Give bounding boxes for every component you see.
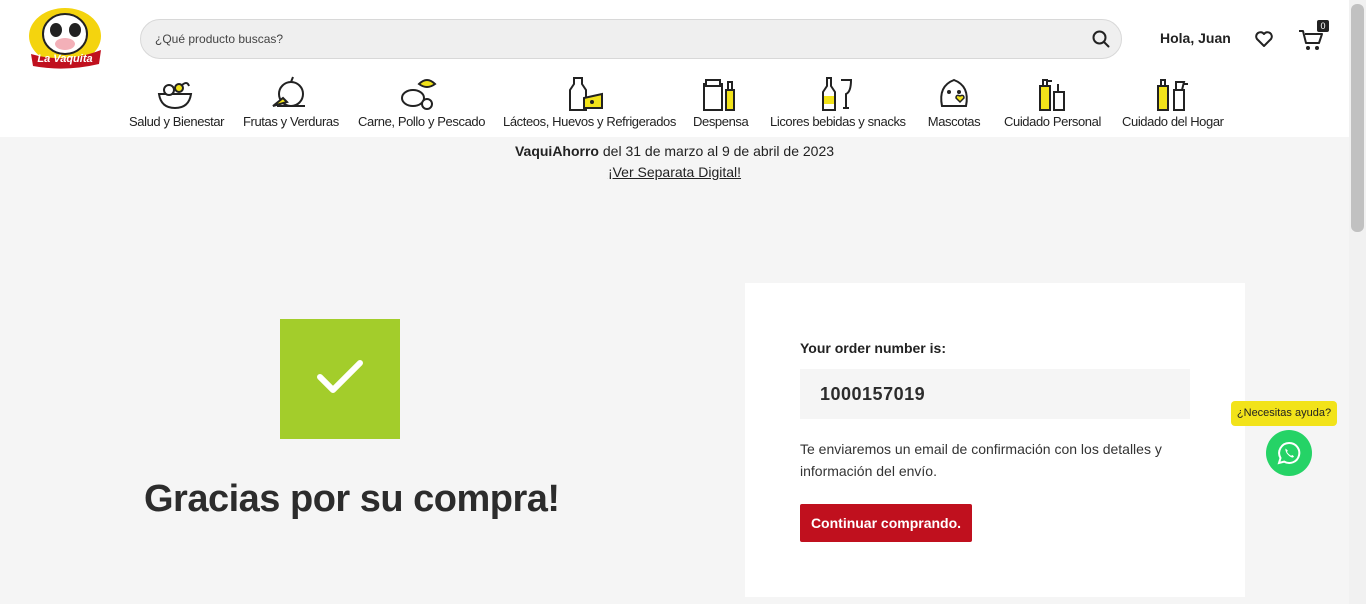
category-frutas-verduras[interactable]: Frutas y Verduras <box>243 76 339 129</box>
whatsapp-icon <box>1277 441 1301 465</box>
pantry-icon <box>703 79 735 111</box>
category-cuidado-personal[interactable]: Cuidado Personal <box>1004 76 1101 129</box>
thank-you-title: Gracias por su compra! <box>144 478 560 520</box>
order-number-box: 1000157019 <box>800 369 1190 419</box>
whatsapp-button[interactable] <box>1266 430 1312 476</box>
help-bubble[interactable]: ¿Necesitas ayuda? <box>1231 401 1337 426</box>
category-label: Mascotas <box>927 114 981 129</box>
category-salud-bienestar[interactable]: Salud y Bienestar <box>129 76 225 129</box>
promo-dates: del 31 de marzo al 9 de abril de 2023 <box>598 143 835 159</box>
promo-banner: VaquiAhorro del 31 de marzo al 9 de abri… <box>0 143 1349 159</box>
category-label: Despensa <box>693 114 749 129</box>
svg-text:La Vaquita: La Vaquita <box>37 53 92 65</box>
search-input[interactable] <box>155 20 1075 58</box>
order-number: 1000157019 <box>820 384 926 404</box>
category-mascotas[interactable]: Mascotas <box>926 76 982 129</box>
fruits-icon <box>272 76 305 107</box>
search-bar <box>140 19 1122 59</box>
wishlist-heart-icon[interactable] <box>1254 29 1274 49</box>
scrollbar-thumb[interactable] <box>1351 4 1364 232</box>
bottle-glass-icon <box>822 77 853 111</box>
category-label: Lácteos, Huevos y Refrigerados <box>503 114 676 129</box>
category-label: Cuidado Personal <box>1004 114 1101 129</box>
search-icon[interactable] <box>1091 29 1111 49</box>
la-vaquita-logo[interactable]: La Vaquita <box>25 6 105 72</box>
category-cuidado-hogar[interactable]: Cuidado del Hogar <box>1122 76 1224 129</box>
success-check-box <box>280 319 400 439</box>
category-despensa[interactable]: Despensa <box>693 76 749 129</box>
continue-shopping-button[interactable]: Continuar comprando. <box>800 504 972 542</box>
page-scrollbar[interactable] <box>1349 0 1366 604</box>
checkmark-icon <box>317 360 363 393</box>
personal-care-icon <box>1039 79 1065 111</box>
cart-count-badge: 0 <box>1317 20 1329 32</box>
confirmation-message: Te enviaremos un email de confirmación c… <box>800 441 1162 479</box>
category-label: Salud y Bienestar <box>129 114 225 129</box>
order-number-label: Your order number is: <box>800 340 946 356</box>
category-label: Licores bebidas y snacks <box>770 114 906 129</box>
promo-link-wrap: ¡Ver Separata Digital! <box>0 164 1349 180</box>
pet-icon <box>940 78 968 107</box>
order-card: Your order number is: 1000157019 Te envi… <box>745 283 1245 597</box>
home-care-icon <box>1157 79 1188 111</box>
category-lacteos-huevos[interactable]: Lácteos, Huevos y Refrigerados <box>503 76 676 129</box>
digital-flyer-link[interactable]: ¡Ver Separata Digital! <box>608 164 741 180</box>
category-carne-pollo-pescado[interactable]: Carne, Pollo y Pescado <box>358 76 486 129</box>
salad-bowl-icon <box>157 82 193 110</box>
promo-brand: VaquiAhorro <box>514 143 599 159</box>
category-label: Cuidado del Hogar <box>1122 114 1224 129</box>
user-greeting[interactable]: Hola, Juan <box>1160 30 1231 46</box>
category-nav: Salud y Bienestar Frutas y Verduras Carn… <box>0 76 1349 136</box>
category-label: Carne, Pollo y Pescado <box>358 114 486 129</box>
category-licores-bebidas[interactable]: Licores bebidas y snacks <box>770 76 906 129</box>
meat-fish-icon <box>401 79 437 110</box>
category-label: Frutas y Verduras <box>243 114 339 129</box>
site-header: La Vaquita Hola, Juan 0 Salud y Bienesta… <box>0 0 1349 137</box>
milk-cheese-icon <box>569 77 603 111</box>
